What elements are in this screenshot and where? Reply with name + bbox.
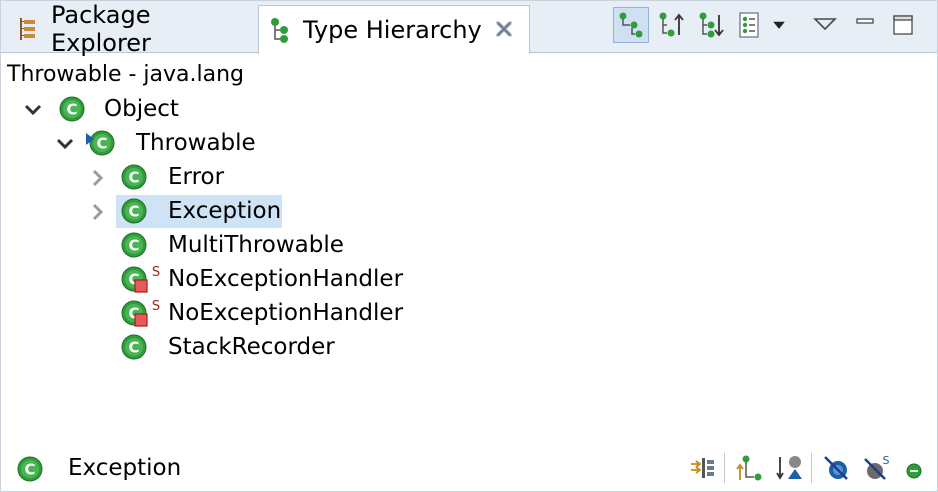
svg-text:C: C	[66, 101, 77, 119]
tree-item-label: Exception	[168, 198, 282, 224]
tree-item-multithrowable[interactable]: C MultiThrowable	[1, 229, 937, 263]
tree-item-noexceptionhandler[interactable]: C S NoExceptionHandler	[1, 297, 937, 331]
hide-static-icon: S	[864, 454, 890, 480]
svg-text:C: C	[128, 237, 139, 255]
tab-label: Type Hierarchy	[303, 16, 482, 44]
class-icon: C	[121, 232, 147, 258]
svg-text:S: S	[883, 454, 890, 467]
view-menu-button[interactable]	[807, 7, 843, 43]
tree-item-label: StackRecorder	[168, 334, 335, 360]
show-inherited-members-button[interactable]	[733, 451, 767, 485]
focus-class-icon: C	[86, 130, 115, 156]
maximize-button[interactable]	[885, 7, 921, 43]
hide-non-public-members-button[interactable]	[897, 451, 931, 485]
tree-item-exception[interactable]: C Exception	[1, 195, 937, 229]
static-class-icon: C S	[121, 265, 160, 293]
tree-item-stackrecorder[interactable]: C StackRecorder	[1, 331, 937, 365]
tree-item-object[interactable]: C Object	[1, 93, 937, 127]
svg-text:C: C	[96, 135, 107, 153]
tree-item-error[interactable]: C Error	[1, 161, 937, 195]
inherited-members-icon	[736, 455, 762, 481]
class-icon: C	[59, 96, 85, 122]
chevron-right-icon[interactable]	[87, 167, 109, 189]
hierarchy-scope-label: Throwable - java.lang	[7, 62, 245, 87]
sort-defining-type-icon	[776, 456, 802, 480]
class-icon: C	[17, 456, 43, 482]
sort-by-defining-type-button[interactable]	[772, 451, 806, 485]
svg-text:C: C	[128, 339, 139, 357]
toolbar-separator	[724, 453, 725, 483]
static-marker: S	[152, 299, 160, 314]
subtype-hierarchy-icon	[699, 12, 724, 38]
member-view-header: C Exception S	[1, 447, 937, 491]
tree-item-throwable[interactable]: C Throwable	[1, 127, 937, 161]
type-hierarchy-icon	[619, 12, 643, 38]
hide-static-members-button[interactable]: S	[859, 451, 893, 485]
svg-text:C: C	[128, 169, 139, 187]
class-icon: C	[121, 334, 147, 360]
hide-fields-icon	[824, 456, 848, 480]
chevron-down-icon	[773, 21, 785, 29]
type-hierarchy-icon	[271, 18, 288, 43]
chevron-down-icon[interactable]	[22, 99, 44, 121]
tree-item-label: NoExceptionHandler	[168, 266, 404, 292]
lock-view-icon	[691, 458, 714, 478]
type-hierarchy-view: Package Explorer Type Hierarchy Throwabl…	[0, 0, 938, 492]
hide-fields-button[interactable]	[819, 451, 853, 485]
minimize-icon	[856, 18, 874, 24]
minimize-button[interactable]	[847, 7, 883, 43]
show-subtype-hierarchy-button[interactable]	[693, 7, 729, 43]
selected-type-label: Exception	[68, 455, 182, 481]
svg-text:C: C	[128, 203, 139, 221]
class-icon: C	[121, 164, 147, 190]
tree-item-label: MultiThrowable	[168, 232, 344, 258]
supertype-hierarchy-icon	[659, 12, 684, 37]
tree-item-label: Throwable	[136, 130, 256, 156]
public-member-icon	[906, 463, 922, 479]
previous-hierarchy-inputs-button[interactable]	[733, 7, 769, 43]
chevron-down-icon[interactable]	[54, 133, 76, 155]
show-type-hierarchy-button[interactable]	[613, 7, 649, 43]
tree-item-noexceptionhandler[interactable]: C S NoExceptionHandler	[1, 263, 937, 297]
package-explorer-icon	[20, 18, 35, 40]
view-tab-bar: Package Explorer Type Hierarchy	[1, 1, 937, 57]
lock-view-button[interactable]	[686, 451, 720, 485]
tree-item-label: Object	[104, 96, 179, 122]
tab-type-hierarchy[interactable]: Type Hierarchy	[258, 5, 530, 54]
tab-package-explorer[interactable]: Package Explorer	[1, 1, 257, 57]
history-dropdown-button[interactable]	[767, 7, 791, 43]
tab-label: Package Explorer	[51, 1, 151, 57]
toolbar-separator	[811, 453, 812, 483]
static-class-icon: C S	[121, 299, 160, 327]
close-icon[interactable]	[493, 18, 515, 40]
svg-text:C: C	[24, 461, 35, 479]
static-marker: S	[152, 265, 160, 280]
class-icon: C	[121, 198, 147, 224]
show-supertype-hierarchy-button[interactable]	[653, 7, 689, 43]
view-menu-icon	[813, 18, 837, 31]
history-list-icon	[739, 12, 759, 38]
chevron-right-icon[interactable]	[87, 201, 109, 223]
tree-item-label: Error	[168, 164, 225, 190]
maximize-icon	[893, 15, 913, 35]
tree-item-label: NoExceptionHandler	[168, 300, 404, 326]
